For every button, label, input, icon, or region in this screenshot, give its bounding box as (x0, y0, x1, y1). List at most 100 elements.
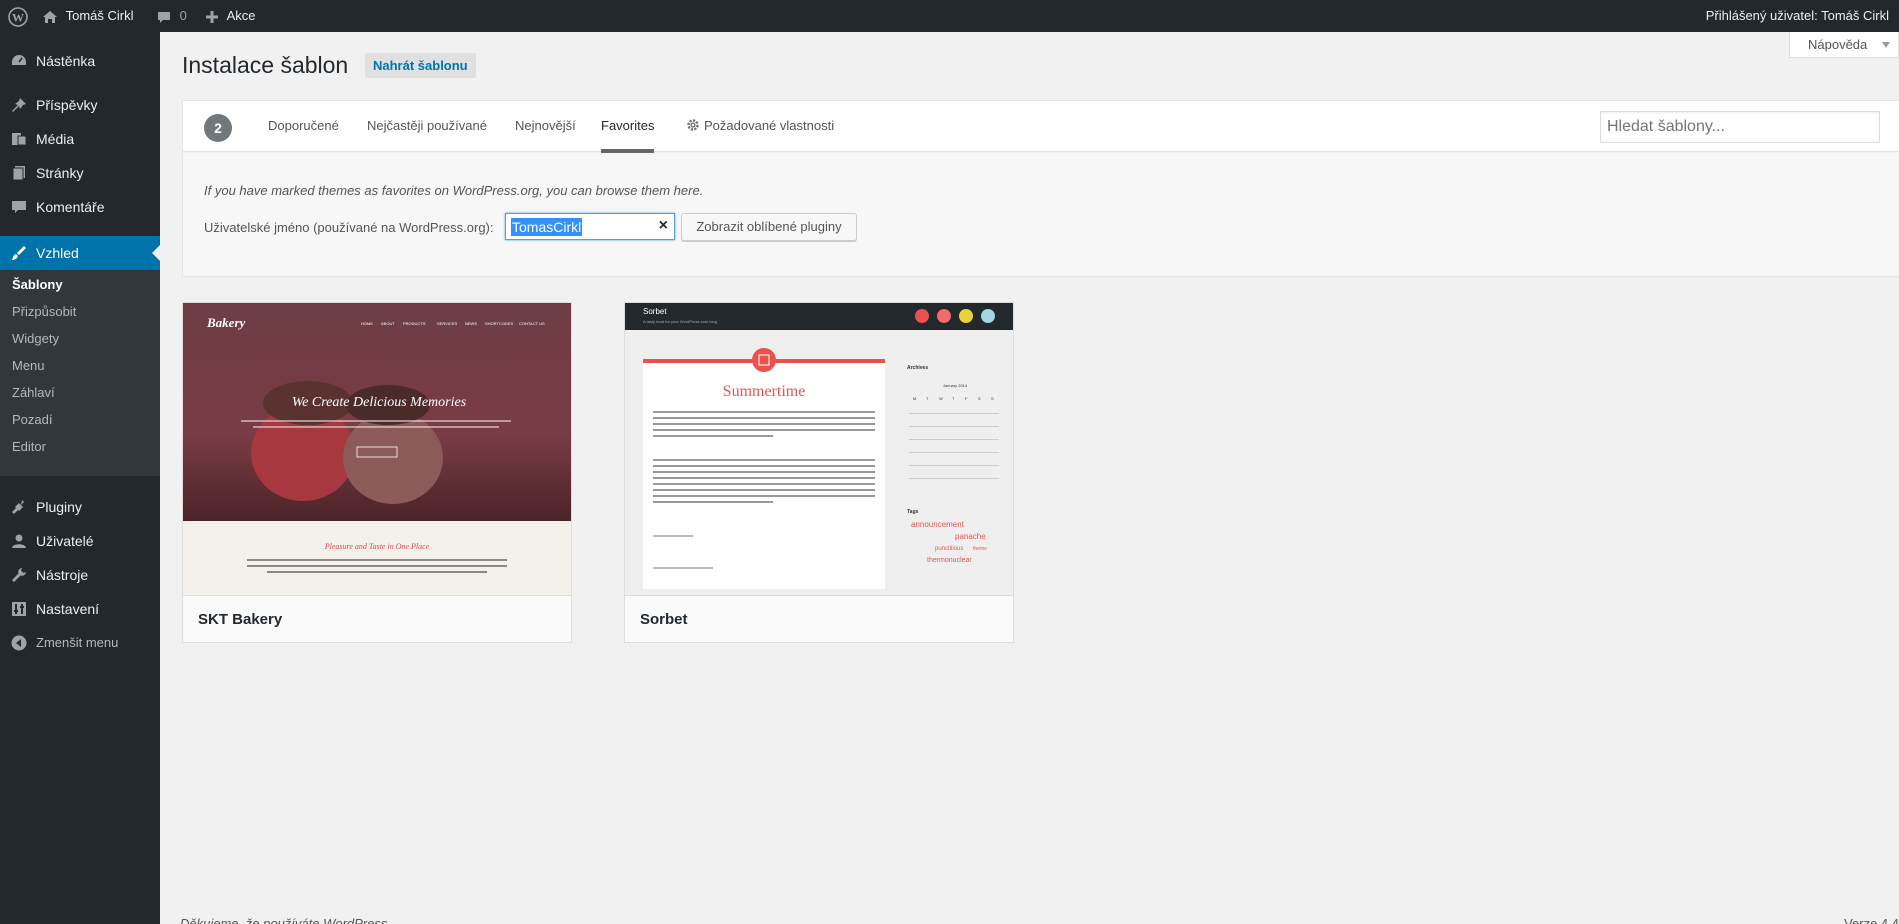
dashboard-icon (12, 55, 26, 65)
preview-site-title: Sorbet (643, 307, 667, 316)
preview-nav-item: SHORTCODES (485, 321, 513, 326)
preview-tagline: Pleasure and Taste in One Place (324, 542, 430, 551)
submenu-menus[interactable]: Menu (12, 352, 45, 379)
triangle-down-icon (1882, 42, 1890, 48)
menu-label-appearance: Vzhled (36, 245, 79, 261)
theme-screenshot[interactable]: Sorbet A tasty treat for your WordPress.… (625, 303, 1013, 595)
preview-site-desc: A tasty treat for your WordPress.com blo… (643, 319, 717, 324)
theme-screenshot[interactable]: Bakery HOME ABOUT PRODUCTS SERVICES NEWS… (183, 303, 571, 595)
menu-label-settings: Nastavení (36, 601, 100, 617)
submenu-widgets[interactable]: Widgety (12, 325, 59, 352)
users-icon (12, 534, 26, 548)
favorites-description: If you have marked themes as favorites o… (204, 183, 704, 198)
preview-calendar-title: January 2014 (943, 383, 968, 388)
preview-post-title: Summertime (723, 383, 806, 400)
search-themes-input[interactable] (1600, 111, 1880, 143)
preview-nav-item: PRODUCTS (403, 321, 426, 326)
new-content-link[interactable]: Akce (205, 0, 256, 32)
admin-bar: W Tomáš Cirkl 0 Akce Přihlášený uživatel… (0, 0, 1899, 32)
menu-label-tools: Nástroje (36, 567, 89, 583)
menu-label-comments: Komentáře (36, 199, 105, 215)
preview-tag: announcement (911, 520, 965, 529)
site-name-link[interactable]: Tomáš Cirkl (42, 0, 134, 32)
preview-tag: panache (955, 532, 986, 541)
menu-label-collapse: Zmenšit menu (36, 635, 119, 650)
submenu-customize[interactable]: Přizpůsobit (12, 298, 76, 325)
menu-item-appearance[interactable]: Vzhled (0, 236, 160, 270)
menu-item-media[interactable]: Média (0, 122, 160, 156)
theme-card-sorbet[interactable]: Sorbet A tasty treat for your WordPress.… (624, 302, 1014, 643)
plus-icon (206, 10, 218, 23)
tab-feature-filter[interactable]: Požadované vlastnosti (686, 101, 834, 153)
menu-item-pages[interactable]: Stránky (0, 156, 160, 190)
collapse-menu-button[interactable]: Zmenšit menu (0, 626, 160, 660)
pages-icon (12, 166, 25, 181)
preview-calendar-day: M (913, 396, 916, 401)
tab-feature-filter-label: Požadované vlastnosti (704, 118, 835, 133)
preview-archives: Archives (907, 365, 928, 371)
new-content-label: Akce (226, 8, 256, 23)
admin-menu: Nástěnka Příspěvky Média Stránky Komentá… (0, 32, 160, 924)
preview-calendar-day: S (978, 396, 981, 401)
menu-item-posts[interactable]: Příspěvky (0, 88, 160, 122)
gear-icon (687, 119, 699, 131)
tab-latest[interactable]: Nejnovější (515, 101, 576, 153)
site-name: Tomáš Cirkl (65, 8, 134, 23)
home-icon (43, 10, 57, 23)
menu-item-comments[interactable]: Komentáře (0, 190, 160, 224)
clear-input-icon[interactable]: × (659, 217, 668, 235)
username-input[interactable]: TomasCirkl × (505, 213, 675, 240)
appearance-submenu: Šablony Přizpůsobit Widgety Menu Záhlaví… (0, 270, 160, 476)
page-title: Instalace šablon (182, 52, 349, 78)
theme-card-skt-bakery[interactable]: Bakery HOME ABOUT PRODUCTS SERVICES NEWS… (182, 302, 572, 643)
theme-filter-bar: 2 Doporučené Nejčastěji používané Nejnov… (182, 100, 1899, 153)
submenu-editor[interactable]: Editor (12, 433, 46, 460)
tab-featured[interactable]: Doporučené (268, 101, 339, 153)
menu-item-dashboard[interactable]: Nástěnka (0, 44, 160, 78)
preview-calendar-day: S (991, 396, 994, 401)
menu-label-plugins: Pluginy (36, 499, 82, 515)
preview-tag: punctilious (935, 546, 963, 552)
menu-item-users[interactable]: Uživatelé (0, 524, 160, 558)
brush-icon (12, 246, 26, 260)
footer-thanks: Děkujeme, že používáte WordPress. (180, 916, 391, 924)
upload-theme-button[interactable]: Nahrát šablonu (365, 53, 476, 78)
media-icon (12, 133, 27, 146)
menu-label-media: Média (36, 131, 75, 147)
menu-label-dashboard: Nástěnka (36, 53, 96, 69)
comments-count: 0 (179, 8, 187, 23)
wrench-icon (12, 568, 26, 582)
wordpress-logo-icon[interactable]: W (8, 0, 28, 32)
preview-nav-item: CONTACT US (519, 321, 545, 326)
menu-item-settings[interactable]: Nastavení (0, 592, 160, 626)
footer-version: Verze 4.4 (1844, 916, 1899, 924)
menu-item-plugins[interactable]: Pluginy (0, 490, 160, 524)
show-favorites-button[interactable]: Zobrazit oblíbené pluginy (681, 213, 857, 241)
preview-headline: We Create Delicious Memories (292, 395, 467, 410)
submenu-background[interactable]: Pozadí (12, 406, 52, 433)
current-menu-arrow (152, 245, 160, 261)
menu-item-tools[interactable]: Nástroje (0, 558, 160, 592)
main-content: Instalace šablon Nahrát šablonu Nápověda… (160, 32, 1899, 924)
theme-count-badge: 2 (204, 114, 232, 142)
submenu-header[interactable]: Záhlaví (12, 379, 55, 406)
tab-favorites[interactable]: Favorites (601, 101, 655, 153)
favorites-panel: If you have marked themes as favorites o… (182, 153, 1899, 277)
menu-label-users: Uživatelé (36, 533, 94, 549)
theme-name: Sorbet (625, 595, 1013, 642)
preview-nav-item: SERVICES (437, 321, 457, 326)
preview-tag: theme (973, 546, 987, 552)
theme-name: SKT Bakery (183, 595, 571, 642)
comments-link[interactable]: 0 (156, 0, 187, 32)
menu-label-posts: Příspěvky (36, 97, 98, 113)
username-value: TomasCirkl (511, 218, 583, 236)
tab-popular[interactable]: Nejčastěji používané (367, 101, 487, 153)
svg-text:W: W (12, 10, 24, 24)
help-tab-label: Nápověda (1808, 37, 1868, 52)
menu-label-pages: Stránky (36, 165, 84, 181)
help-tab-button[interactable]: Nápověda (1789, 32, 1899, 58)
comment-bubble-icon (158, 11, 170, 23)
my-account-link[interactable]: Přihlášený uživatel: Tomáš Cirkl (1706, 0, 1889, 32)
submenu-themes[interactable]: Šablony (12, 271, 63, 298)
preview-nav-item: ABOUT (381, 321, 395, 326)
